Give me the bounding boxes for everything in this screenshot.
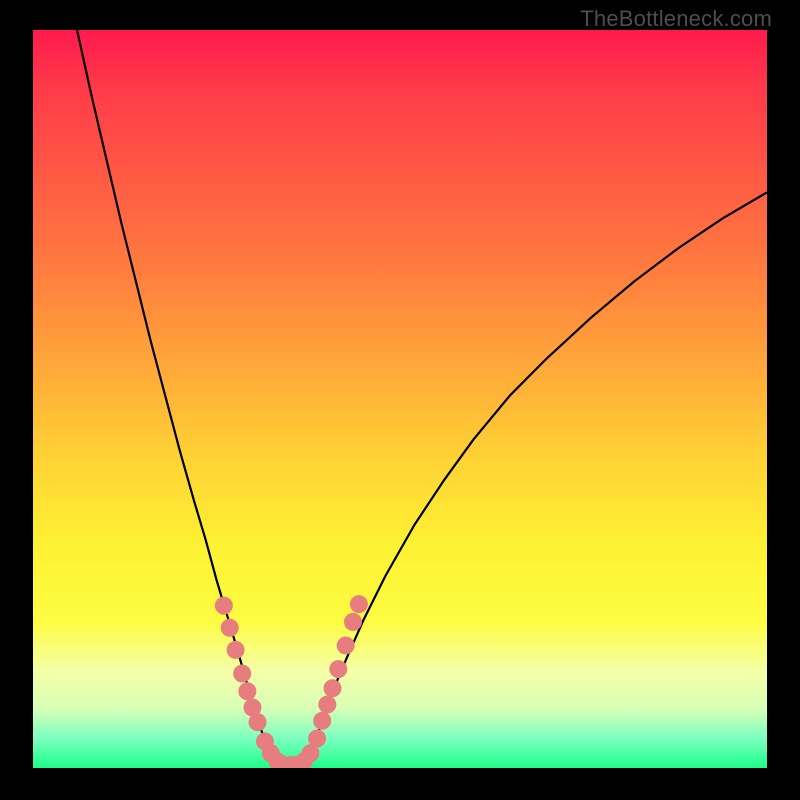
gradient-plot-area [33,30,767,768]
chart-stage: TheBottleneck.com [0,0,800,800]
watermark-text: TheBottleneck.com [580,6,772,32]
